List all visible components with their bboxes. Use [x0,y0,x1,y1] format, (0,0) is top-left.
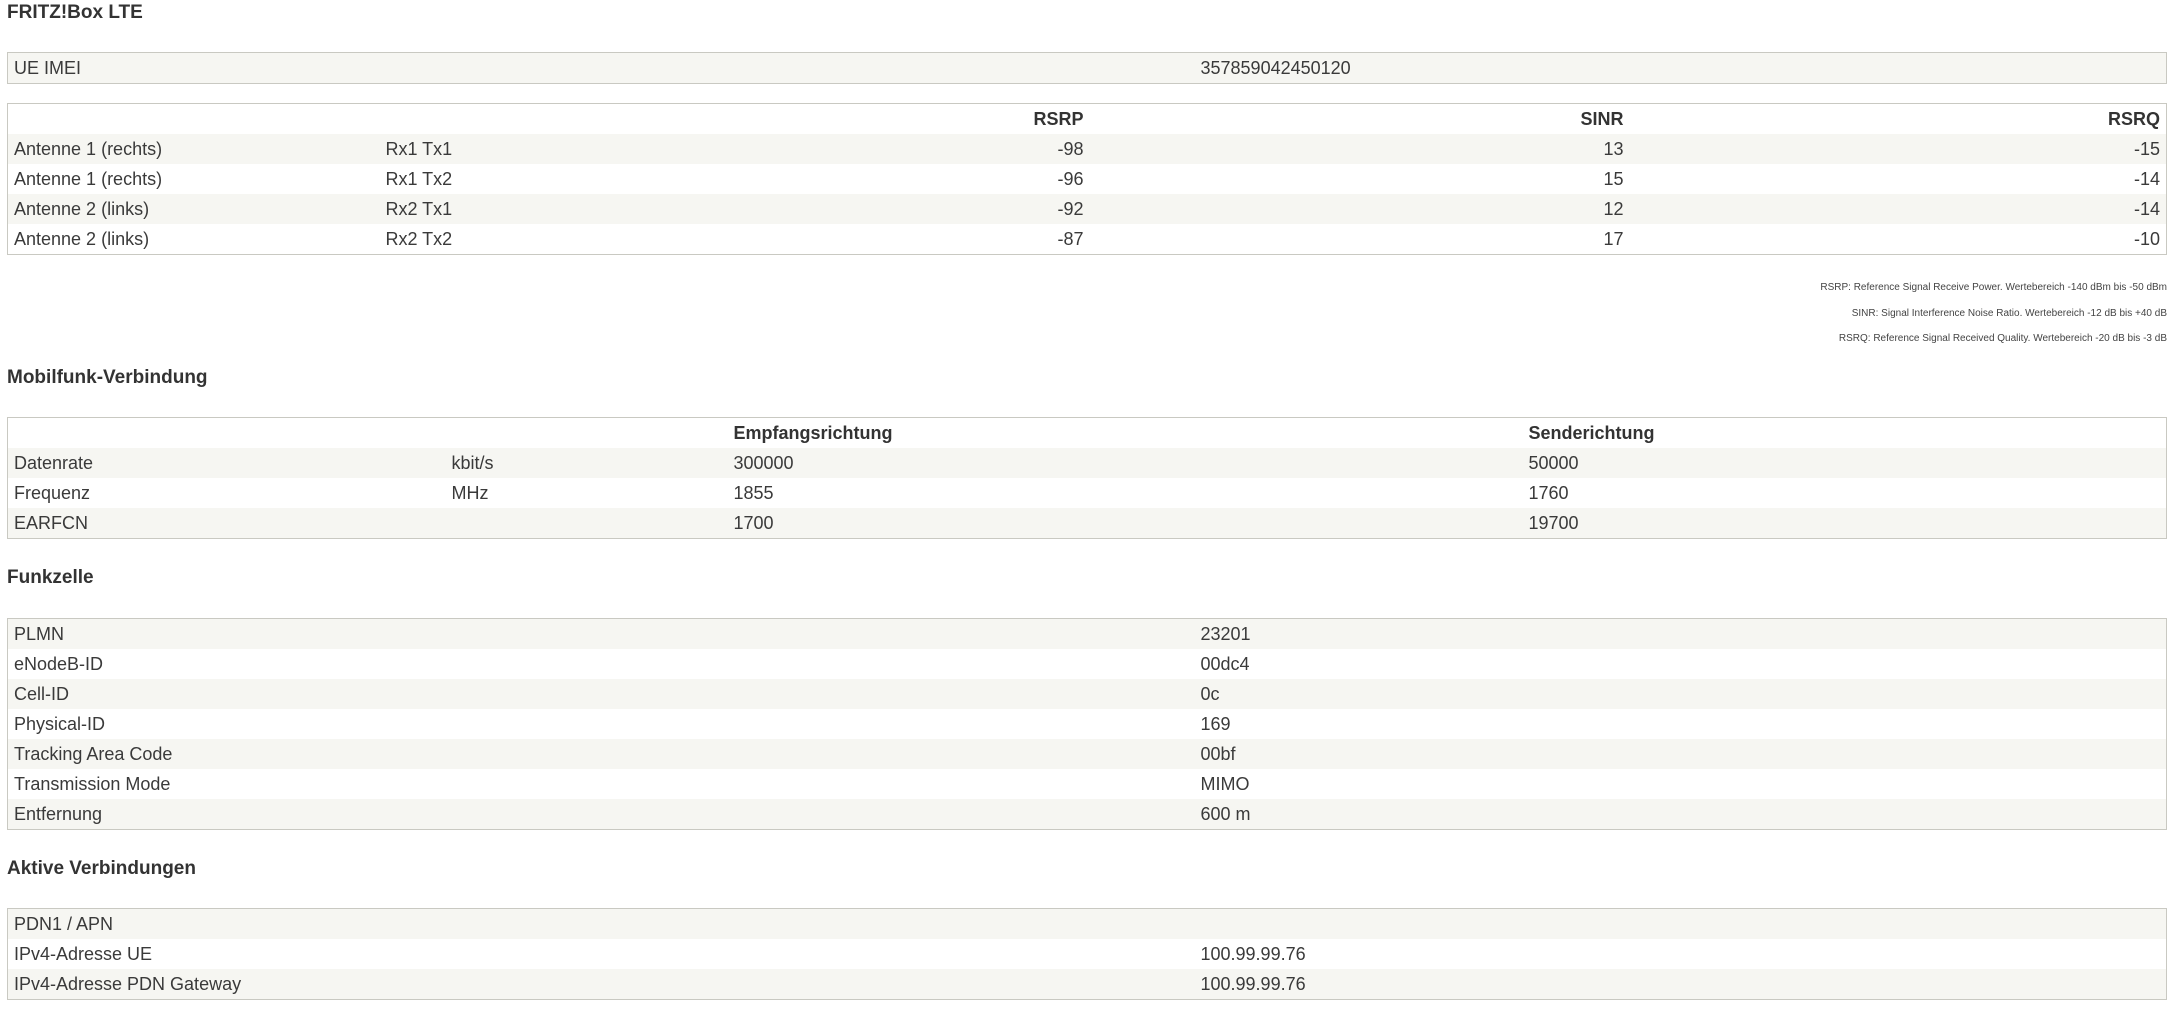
antenna-name: Antenne 2 (links) [7,194,380,224]
cell-value: MIMO [1194,769,2167,799]
antenna-path: Rx2 Tx2 [379,224,700,255]
cell-value: 600 m [1194,799,2167,830]
rx-value: 1700 [727,508,1523,539]
mobile-unit: MHz [445,478,728,508]
imei-value: 357859042450120 [1194,52,2167,84]
cell-label: Physical-ID [7,709,1195,739]
table-row: IPv4-Adresse PDN Gateway 100.99.99.76 [7,969,2167,1000]
sinr-value: 15 [1089,164,1630,194]
table-row: Antenne 1 (rechts) Rx1 Tx1 -98 13 -15 [7,134,2167,164]
tx-value: 19700 [1522,508,2167,539]
cell-label: Cell-ID [7,679,1195,709]
cell-value: 169 [1194,709,2167,739]
active-label: PDN1 / APN [7,908,1195,939]
section-title-active: Aktive Verbindungen [7,858,196,879]
antenna-path: Rx1 Tx1 [379,134,700,164]
rsrp-value: -87 [699,224,1090,255]
cell-value: 00dc4 [1194,649,2167,679]
imei-table: UE IMEI 357859042450120 [7,52,2167,84]
table-row: Antenne 1 (rechts) Rx1 Tx2 -96 15 -14 [7,164,2167,194]
table-row: IPv4-Adresse UE 100.99.99.76 [7,939,2167,969]
active-label: IPv4-Adresse UE [7,939,1195,969]
mobile-unit [445,508,728,539]
cell-label: eNodeB-ID [7,649,1195,679]
mobile-table: Empfangsrichtung Senderichtung Datenrate… [7,417,2167,539]
table-row: Antenne 2 (links) Rx2 Tx2 -87 17 -10 [7,224,2167,255]
sinr-value: 13 [1089,134,1630,164]
table-row: Entfernung 600 m [7,799,2167,830]
table-row: UE IMEI 357859042450120 [7,52,2167,84]
legend-rsrp: RSRP: Reference Signal Receive Power. We… [1820,282,2167,293]
cell-label: Transmission Mode [7,769,1195,799]
legend-rsrq: RSRQ: Reference Signal Received Quality.… [1838,333,2167,344]
antenna-name: Antenne 1 (rechts) [7,134,380,164]
rx-header: Empfangsrichtung [727,417,1523,448]
rsrq-value: -14 [1629,194,2167,224]
table-row: Tracking Area Code 00bf [7,739,2167,769]
rsrp-value: -98 [699,134,1090,164]
rsrq-value: -15 [1629,134,2167,164]
table-header-row: Empfangsrichtung Senderichtung [7,417,2167,448]
cell-label: Tracking Area Code [7,739,1195,769]
cell-table: PLMN 23201 eNodeB-ID 00dc4 Cell-ID 0c Ph… [7,618,2167,830]
cell-value: 23201 [1194,618,2167,649]
mobile-label: EARFCN [7,508,446,539]
mobile-label: Frequenz [7,478,446,508]
sinr-value: 12 [1089,194,1630,224]
rsrq-value: -10 [1629,224,2167,255]
antenna-name: Antenne 2 (links) [7,224,380,255]
table-row: PDN1 / APN [7,908,2167,939]
rsrq-value: -14 [1629,164,2167,194]
tx-value: 1760 [1522,478,2167,508]
table-row: Physical-ID 169 [7,709,2167,739]
table-row: PLMN 23201 [7,618,2167,649]
rsrp-header: RSRP [699,103,1090,134]
sinr-value: 17 [1089,224,1630,255]
cell-label: PLMN [7,618,1195,649]
table-row: Cell-ID 0c [7,679,2167,709]
tx-header: Senderichtung [1522,417,2167,448]
rx-value: 300000 [727,448,1523,478]
cell-value: 00bf [1194,739,2167,769]
cell-label: Entfernung [7,799,1195,830]
legend-sinr: SINR: Signal Interference Noise Ratio. W… [1851,308,2167,319]
imei-label: UE IMEI [7,52,1195,84]
rx-value: 1855 [727,478,1523,508]
antenna-name: Antenne 1 (rechts) [7,164,380,194]
table-header-row: RSRP SINR RSRQ [7,103,2167,134]
table-row: Transmission Mode MIMO [7,769,2167,799]
page-title: FRITZ!Box LTE [7,2,143,23]
antenna-path: Rx1 Tx2 [379,164,700,194]
active-value [1194,908,2167,939]
active-value: 100.99.99.76 [1194,939,2167,969]
cell-value: 0c [1194,679,2167,709]
table-row: Antenne 2 (links) Rx2 Tx1 -92 12 -14 [7,194,2167,224]
tx-value: 50000 [1522,448,2167,478]
rsrp-value: -92 [699,194,1090,224]
sinr-header: SINR [1089,103,1630,134]
table-row: Datenrate kbit/s 300000 50000 [7,448,2167,478]
rsrq-header: RSRQ [1629,103,2167,134]
mobile-unit: kbit/s [445,448,728,478]
active-table: PDN1 / APN IPv4-Adresse UE 100.99.99.76 … [7,908,2167,1000]
antenna-path: Rx2 Tx1 [379,194,700,224]
table-row: eNodeB-ID 00dc4 [7,649,2167,679]
mobile-label: Datenrate [7,448,446,478]
table-row: EARFCN 1700 19700 [7,508,2167,539]
antenna-table: RSRP SINR RSRQ Antenne 1 (rechts) Rx1 Tx… [7,103,2167,255]
section-title-cell: Funkzelle [7,567,94,588]
section-title-mobile: Mobilfunk-Verbindung [7,367,208,388]
rsrp-value: -96 [699,164,1090,194]
table-row: Frequenz MHz 1855 1760 [7,478,2167,508]
active-label: IPv4-Adresse PDN Gateway [7,969,1195,1000]
active-value: 100.99.99.76 [1194,969,2167,1000]
